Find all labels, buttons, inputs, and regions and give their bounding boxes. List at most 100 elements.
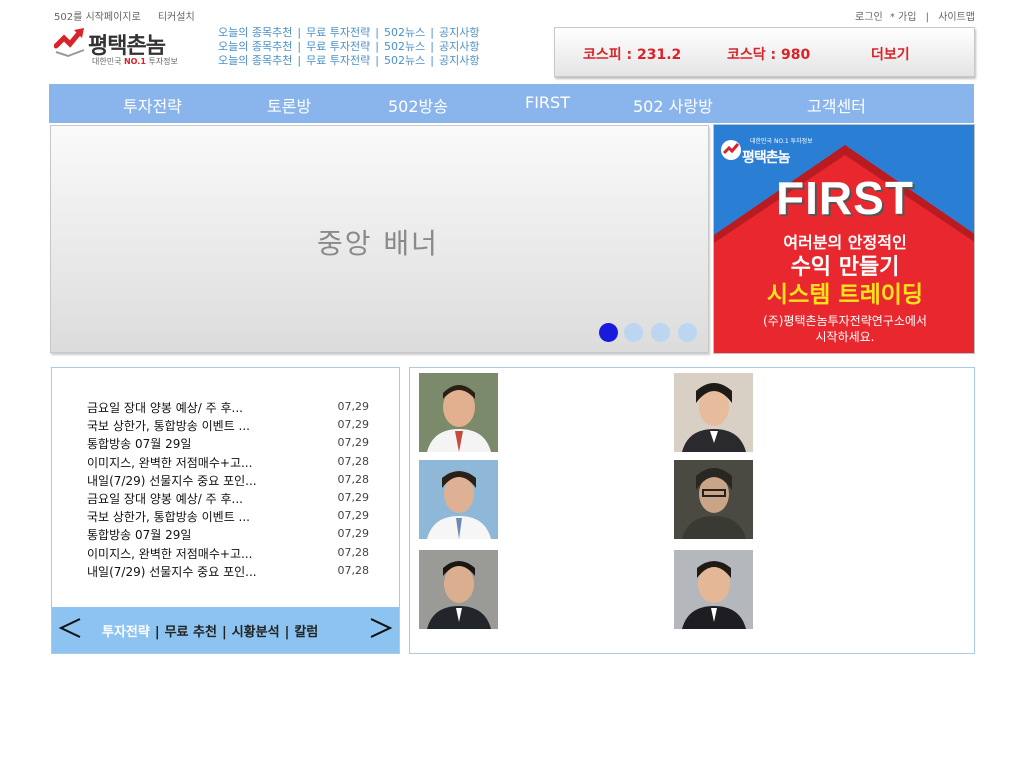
expert-photo[interactable] [674,373,753,452]
quick-link[interactable]: 오늘의 종목추천 [218,54,292,67]
quick-link[interactable]: 무료 투자전략 [306,40,370,53]
nav-item-strategy[interactable]: 투자전략 [123,93,182,117]
separator: | [297,26,302,39]
news-item[interactable]: 금요일 장대 양봉 예상/ 주 후... 07,29 [87,489,369,507]
expert-photo[interactable] [674,550,753,629]
news-title: 금요일 장대 양봉 예상/ 주 후... [87,491,243,506]
news-item[interactable]: 내일(7/29) 선물지수 중요 포인... 07,28 [87,471,369,489]
join-link[interactable]: * 가입 [890,12,917,23]
nav-item-lounge[interactable]: 502 사랑방 [633,93,713,117]
news-date: 07,29 [337,400,370,413]
news-title: 금요일 장대 양봉 예상/ 주 후... [87,401,243,415]
nav-item-broadcast[interactable]: 502방송 [388,93,448,117]
news-title: 이미지스, 완벽한 저점매수+고... [87,455,253,470]
news-title: 내일(7/29) 선물지수 중요 포인... [87,473,257,488]
news-title: 국보 상한가, 통합방송 이벤트 ... [87,510,250,525]
person-icon [674,550,753,629]
news-date: 07,29 [337,436,370,450]
news-date: 07,28 [337,545,370,559]
top-utility-links: 502를 시작페이지로 티커설치 [54,8,209,23]
separator: | [297,54,302,67]
quick-link[interactable]: 오늘의 종목추천 [218,26,292,39]
news-date: 07,29 [337,418,370,432]
news-title: 내일(7/29) 선물지수 중요 포인... [87,564,257,579]
separator: | [297,40,302,53]
next-arrow-icon[interactable] [369,616,393,640]
banner-dot-2[interactable] [624,323,643,342]
expert-photo[interactable] [674,460,753,539]
quick-link[interactable]: 공지사항 [439,54,479,67]
quick-link[interactable]: 502뉴스 [384,54,425,67]
news-date: 07,29 [337,527,370,541]
expert-photo[interactable] [419,373,498,452]
separator: | [375,54,379,67]
central-banner[interactable]: 중앙 배너 [50,125,709,353]
nav-item-forum[interactable]: 토론방 [267,93,311,117]
logo-tagline: 대한민국 NO.1 투자정보 [92,57,178,66]
news-list: 금요일 장대 양봉 예상/ 주 후... 07,29 국보 상한가, 통합방송 이벤… [87,398,369,580]
first-ad-banner[interactable]: 대한민국 NO.1 투자정보 평택촌놈 FIRST 여러분의 안정적인 수익 만… [713,124,975,354]
news-tab-bar: 투자전략 | 무료 추천 | 시황분석 | 칼럼 [52,607,399,653]
nav-item-first[interactable]: FIRST [525,93,570,112]
ad-line-4: (주)평택촌놈투자전략연구소에서 시작하세요. [763,314,927,344]
news-item[interactable]: 국보 상한가, 통합방송 이벤트 ... 07,29 [87,507,369,525]
expert-photo[interactable] [419,460,498,539]
tab-column[interactable]: 칼럼 [294,625,318,640]
banner-dot-4[interactable] [678,323,697,342]
news-item[interactable]: 내일(7/29) 선물지수 중요 포인... 07,28 [87,562,369,580]
ad-logo-arrow-icon [721,140,741,160]
news-title: 국보 상한가, 통합방송 이벤트 ... [87,419,250,434]
site-logo[interactable]: 평택촌놈 대한민국 NO.1 투자정보 [54,26,189,70]
expert-photo[interactable] [419,550,498,629]
quick-links-row: 오늘의 종목추천 | 무료 투자전략 | 502뉴스 | 공지사항 [218,26,479,40]
news-date: 07,29 [337,490,370,504]
expert-panel [409,367,975,654]
ticker-install-link[interactable]: 티커설치 [158,12,195,23]
banner-dot-1[interactable] [599,323,618,342]
news-date: 07,28 [337,472,370,486]
tab-free-picks[interactable]: 무료 추천 [165,625,217,640]
banner-label: 중앙 배너 [317,227,439,260]
separator: | [430,26,434,39]
news-date: 07,28 [337,454,370,468]
quick-link[interactable]: 공지사항 [439,40,479,53]
sitemap-link[interactable]: 사이트맵 [938,12,975,23]
quick-link[interactable]: 502뉴스 [384,40,425,53]
quick-link[interactable]: 502뉴스 [384,26,425,39]
tab-strategy[interactable]: 투자전략 [102,625,150,640]
news-item[interactable]: 통합방송 07월 29일 07,29 [87,525,369,543]
prev-arrow-icon[interactable] [58,616,82,640]
quick-links-row: 오늘의 종목추천 | 무료 투자전략 | 502뉴스 | 공지사항 [218,40,479,54]
quick-link[interactable]: 무료 투자전략 [306,26,370,39]
separator: | [925,12,929,23]
person-icon [674,460,753,539]
set-start-page-link[interactable]: 502를 시작페이지로 [54,12,141,23]
quick-link[interactable]: 공지사항 [439,26,479,39]
ticker-more-button[interactable]: 더보기 [871,44,910,64]
news-item[interactable]: 금요일 장대 양봉 예상/ 주 후... 07,29 [87,398,369,416]
kospi-value: 코스피 : 231.2 [583,47,682,63]
account-links: 로그인 * 가입 | 사이트맵 [855,8,975,23]
tab-market-analysis[interactable]: 시황분석 [232,625,280,640]
quick-links-row: 오늘의 종목추천 | 무료 투자전략 | 502뉴스 | 공지사항 [218,54,479,68]
news-panel: 금요일 장대 양봉 예상/ 주 후... 07,29 국보 상한가, 통합방송 이벤… [51,367,400,654]
ad-brand-tagline: 대한민국 NO.1 투자정보 [750,138,813,145]
news-item[interactable]: 통합방송 07월 29일 07,29 [87,434,369,452]
person-icon [419,550,498,629]
separator: | [430,40,434,53]
quick-links: 오늘의 종목추천 | 무료 투자전략 | 502뉴스 | 공지사항 오늘의 종목추천 | 무료 투… [218,26,479,68]
quick-link[interactable]: 무료 투자전략 [306,54,370,67]
separator: | [375,26,379,39]
news-item[interactable]: 국보 상한가, 통합방송 이벤트 ... 07,29 [87,416,369,434]
banner-dot-3[interactable] [651,323,670,342]
news-title: 통합방송 07월 29일 [87,528,192,543]
news-date: 07,28 [337,563,370,577]
news-item[interactable]: 이미지스, 완벽한 저점매수+고... 07,28 [87,544,369,562]
news-item[interactable]: 이미지스, 완벽한 저점매수+고... 07,28 [87,453,369,471]
nav-item-support[interactable]: 고객센터 [807,93,866,117]
kosdaq-value: 코스닥 : 980 [727,47,811,63]
quick-link[interactable]: 오늘의 종목추천 [218,40,292,53]
login-link[interactable]: 로그인 [855,12,883,23]
news-date: 07,29 [337,509,370,523]
ad-brand: 평택촌놈 [742,150,791,166]
